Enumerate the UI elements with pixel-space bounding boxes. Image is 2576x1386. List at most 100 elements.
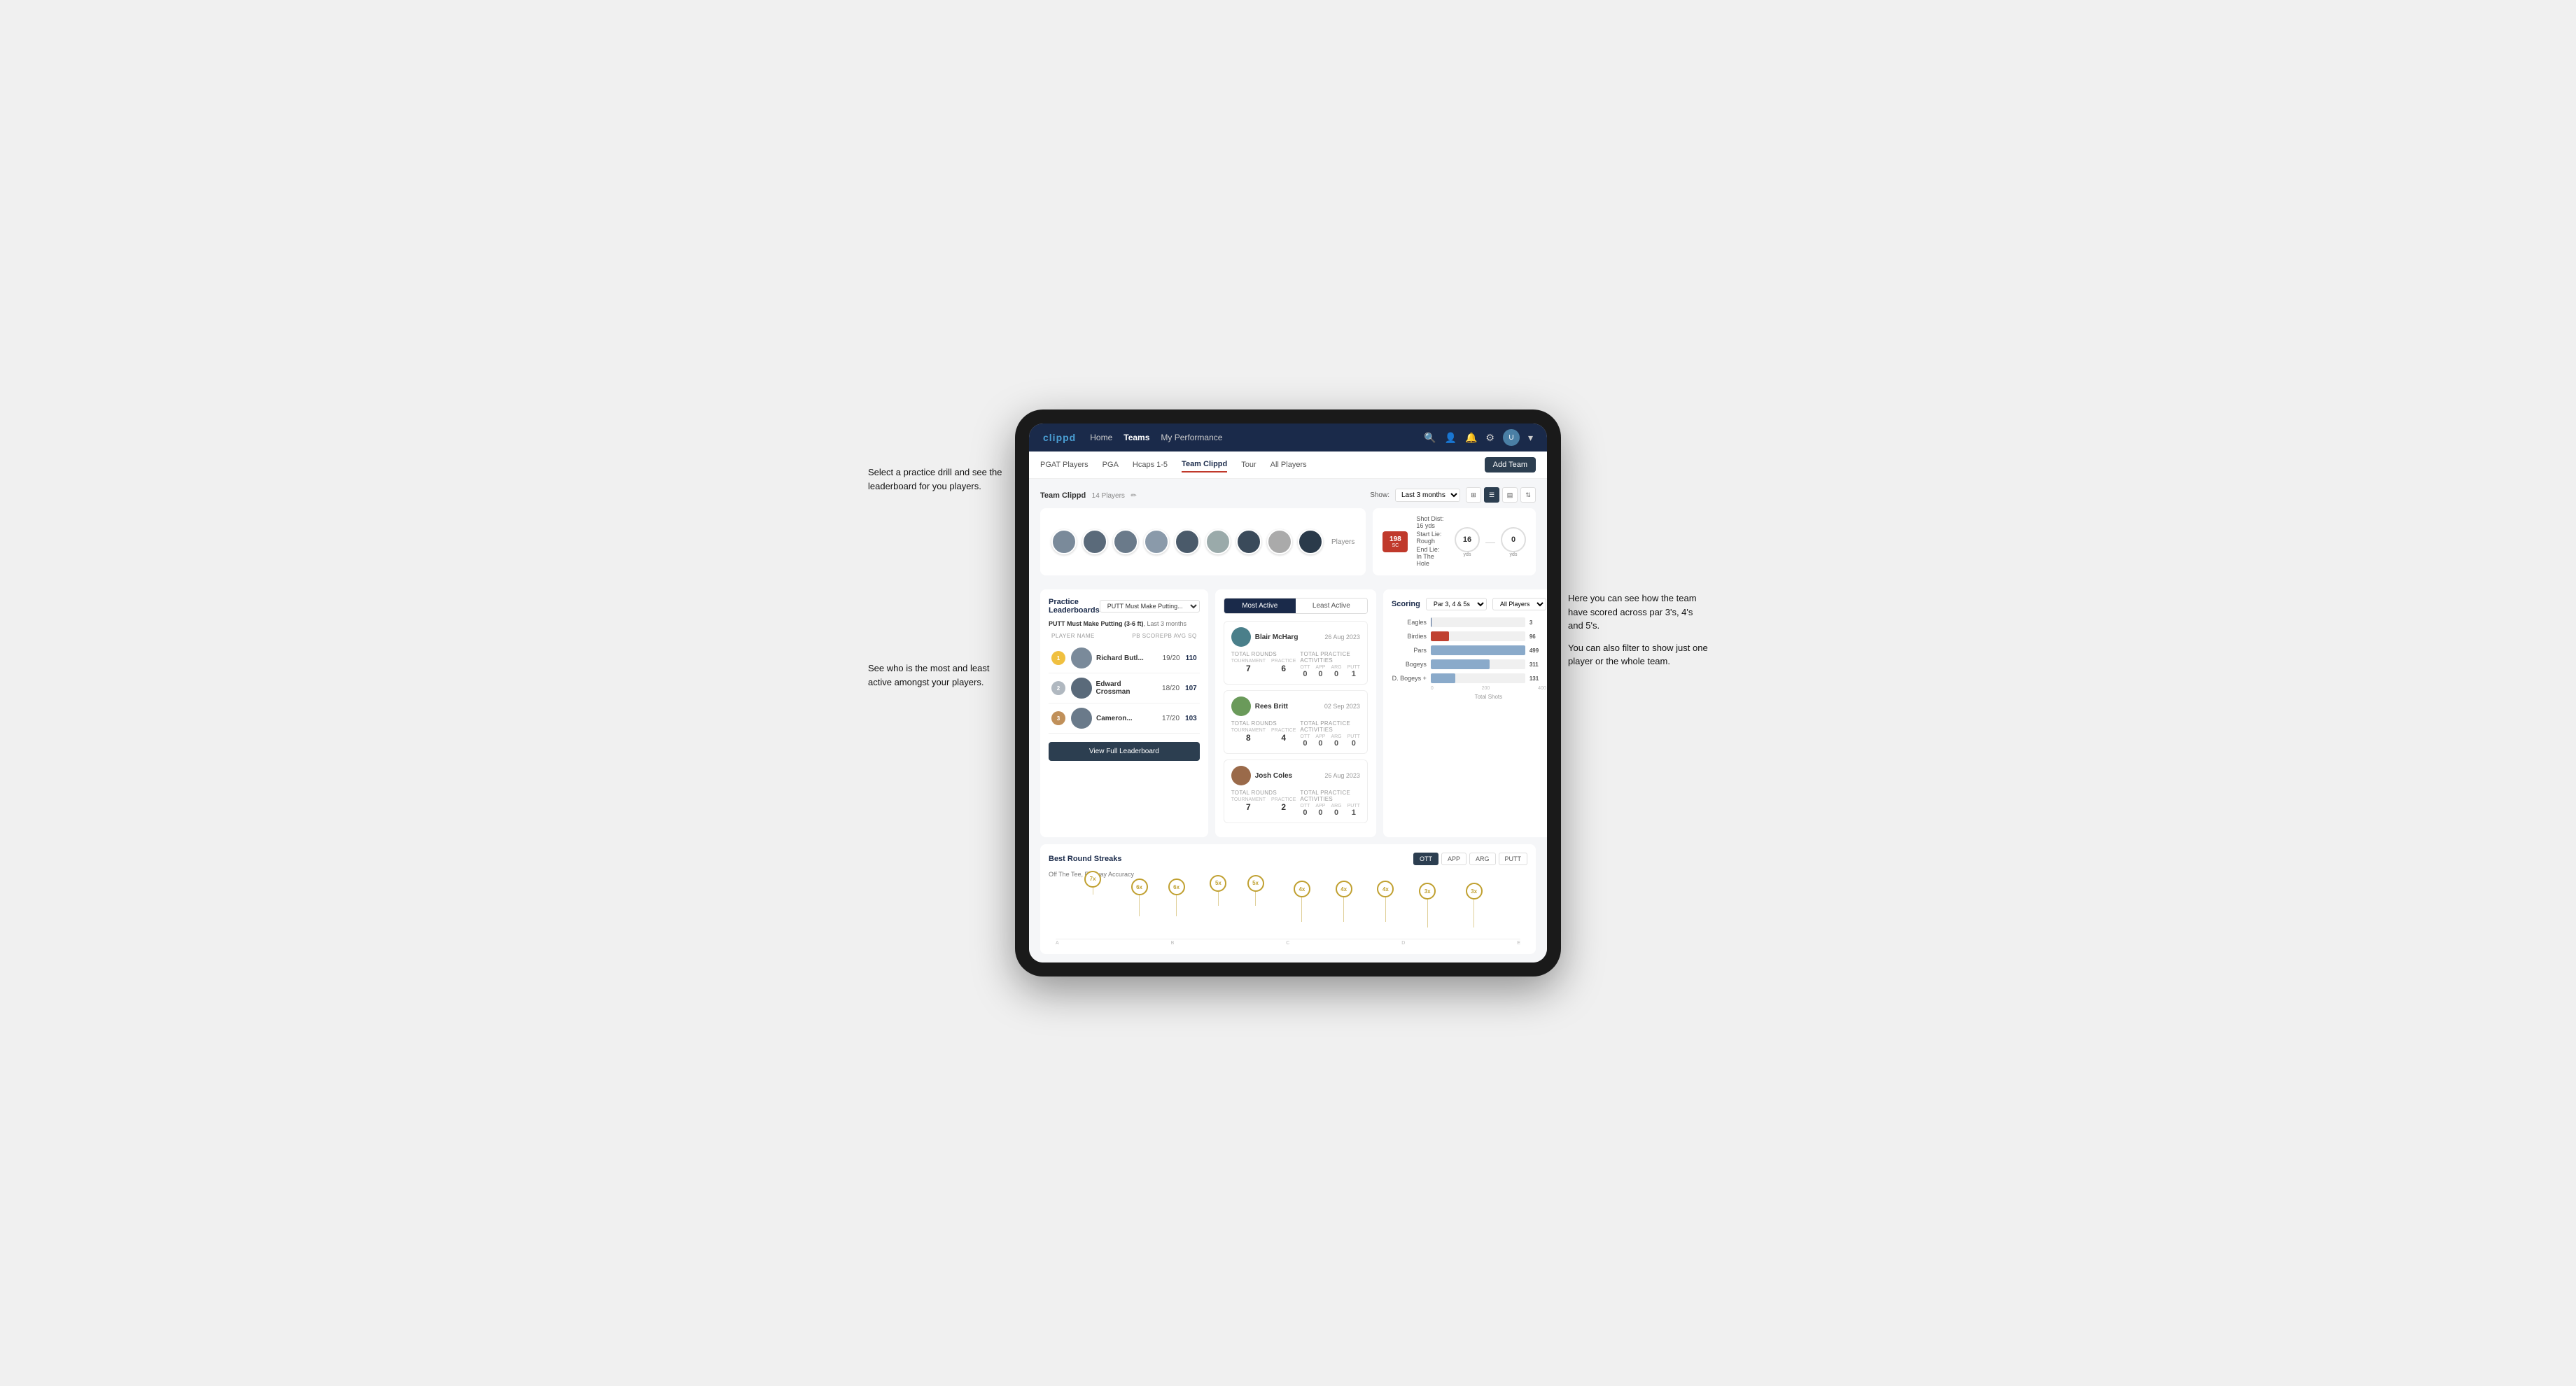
view-full-leaderboard-button[interactable]: View Full Leaderboard [1049,742,1200,761]
player-avatar-4[interactable] [1144,529,1169,554]
scoring-par-filter[interactable]: Par 3, 4 & 5s [1426,598,1487,610]
add-team-button[interactable]: Add Team [1485,457,1536,472]
main-content: Team Clippd 14 Players ✏ Show: Last 3 mo… [1029,479,1547,962]
settings-icon[interactable]: ⚙ [1485,432,1494,444]
leaderboard-row-1[interactable]: 1 Richard Butl... 19/20 110 [1049,643,1200,673]
subnav-tour[interactable]: Tour [1241,458,1256,472]
streak-btn-putt[interactable]: PUTT [1499,853,1528,865]
grid-view-button[interactable]: ⊞ [1466,487,1481,503]
bar-label-1: Birdies [1392,633,1427,640]
subnav-team-clippd[interactable]: Team Clippd [1182,457,1227,472]
bar-fill-3 [1431,659,1490,669]
three-columns: Practice Leaderboards PUTT Must Make Put… [1040,589,1536,837]
bar-label-4: D. Bogeys + [1392,675,1427,682]
bar-label-2: Pars [1392,647,1427,654]
bar-track-3 [1431,659,1525,669]
practice-stat-2: Practice 4 [1271,728,1296,743]
player-avatar-3[interactable] [1113,529,1138,554]
total-rounds-group-1: Total Rounds Tournament 7 Practice 6 [1231,651,1296,678]
player-avatar-lb-3 [1071,708,1092,729]
activity-player-row-1: Blair McHarg 26 Aug 2023 [1231,627,1360,647]
streak-btn-app[interactable]: APP [1441,853,1466,865]
shot-end-lie: End Lie: In The Hole [1416,546,1446,567]
show-period-select[interactable]: Last 3 months Last 6 months Last year [1395,489,1460,502]
timeline-chart: 7x 6x 6x 5x 5x 4x 4x 4x 3x 3x [1056,883,1520,939]
ott-stat-2: OTT 0 [1300,734,1310,748]
player-avatar-1[interactable] [1051,529,1077,554]
app-stat-3: APP 0 [1315,804,1325,817]
activity-panel: Most Active Least Active Blair McHarg 26… [1215,589,1376,837]
subnav-hcaps[interactable]: Hcaps 1-5 [1133,458,1168,472]
player-avatar-lb-2 [1071,678,1092,699]
card-view-button[interactable]: ▤ [1502,487,1518,503]
streak-btn-arg[interactable]: ARG [1469,853,1496,865]
activity-card-3: Josh Coles 26 Aug 2023 Total Rounds Tour… [1224,760,1368,823]
shot-circle-label-2: yds [1501,552,1526,557]
bar-row-d-bogeys-+: D. Bogeys + 131 [1392,673,1546,683]
timeline-point-9: 3x [1466,883,1483,927]
player-avatar-2[interactable] [1082,529,1107,554]
shot-dist-label: Shot Dist: 16 yds [1416,515,1446,529]
timeline-dot-4: 5x [1247,875,1264,892]
shot-details: Shot Dist: 16 yds Start Lie: Rough End L… [1416,515,1446,568]
timeline-point-2: 6x [1168,878,1185,916]
activity-stats-3: Total Rounds Tournament 7 Practice 2 Tot… [1231,790,1360,817]
player-info-1: Richard Butl... [1071,648,1157,668]
sub-nav: PGAT Players PGA Hcaps 1-5 Team Clippd T… [1029,451,1547,479]
nav-link-home[interactable]: Home [1090,430,1112,445]
timeline-point-1: 6x [1131,878,1148,916]
player-avatar-8[interactable] [1267,529,1292,554]
user-avatar[interactable]: U [1503,429,1520,446]
tablet-screen: clippd Home Teams My Performance 🔍 👤 🔔 ⚙… [1029,424,1547,962]
edit-icon[interactable]: ✏ [1130,492,1136,500]
player-avatar-7[interactable] [1236,529,1261,554]
timeline-dot-3: 5x [1210,875,1226,892]
players-row: Players [1040,508,1366,575]
practice-activities-group-2: Total Practice Activities OTT 0 APP 0 AR… [1300,720,1359,748]
drill-select[interactable]: PUTT Must Make Putting... [1100,600,1200,612]
annotation-top-left: Select a practice drill and see the lead… [868,465,1008,493]
team-player-count: 14 Players [1092,492,1125,500]
player-avatar-5[interactable] [1175,529,1200,554]
nav-link-my-performance[interactable]: My Performance [1161,430,1222,445]
player-avatar-6[interactable] [1205,529,1231,554]
show-label: Show: [1370,491,1390,499]
list-view-button[interactable]: ☰ [1484,487,1499,503]
filter-button[interactable]: ⇅ [1520,487,1536,503]
streaks-subtitle: Off The Tee, Fairway Accuracy [1049,871,1527,878]
leaderboard-row-3[interactable]: 3 Cameron... 17/20 103 [1049,704,1200,734]
timeline-dot-6: 4x [1336,881,1352,897]
timeline-point-8: 3x [1419,883,1436,927]
search-icon[interactable]: 🔍 [1424,432,1436,444]
player-name-2: Edward Crossman [1096,680,1156,696]
timeline-point-5: 4x [1294,881,1310,922]
bar-fill-0 [1431,617,1432,627]
timeline-point-0: 7x [1084,871,1101,895]
people-icon[interactable]: 👤 [1445,432,1457,444]
timeline-dot-9: 3x [1466,883,1483,899]
least-active-tab[interactable]: Least Active [1296,598,1367,613]
subnav-all-players[interactable]: All Players [1270,458,1307,472]
chart-x-label: Total Shots [1392,694,1546,700]
shot-distance-value: 198 [1388,536,1402,543]
player-score-2: 18/20 [1162,685,1180,692]
activity-stats-2: Total Rounds Tournament 8 Practice 4 Tot… [1231,720,1360,748]
shot-circles: 16 yds — 0 yds [1455,527,1526,557]
scoring-player-filter[interactable]: All Players [1492,598,1546,610]
subnav-pgat-players[interactable]: PGAT Players [1040,458,1088,472]
nav-link-teams[interactable]: Teams [1124,430,1149,445]
streak-btn-ott[interactable]: OTT [1413,853,1438,865]
player-avg-3: 103 [1185,715,1197,722]
player-avg-1: 110 [1186,654,1197,662]
view-icons: ⊞ ☰ ▤ ⇅ [1466,487,1536,503]
most-active-tab[interactable]: Most Active [1224,598,1296,613]
player-avatar-9[interactable] [1298,529,1323,554]
team-name: Team Clippd [1040,491,1086,500]
shot-circle-2: 0 yds [1501,527,1526,557]
leaderboard-row-2[interactable]: 2 Edward Crossman 18/20 107 [1049,673,1200,704]
subnav-pga[interactable]: PGA [1102,458,1119,472]
chevron-down-icon[interactable]: ▾ [1528,432,1533,444]
timeline-dot-2: 6x [1168,878,1185,895]
bell-icon[interactable]: 🔔 [1465,432,1477,444]
scoring-bar-chart: Eagles 3 Birdies 96 Pars 499 Bogeys 311 … [1392,617,1546,683]
